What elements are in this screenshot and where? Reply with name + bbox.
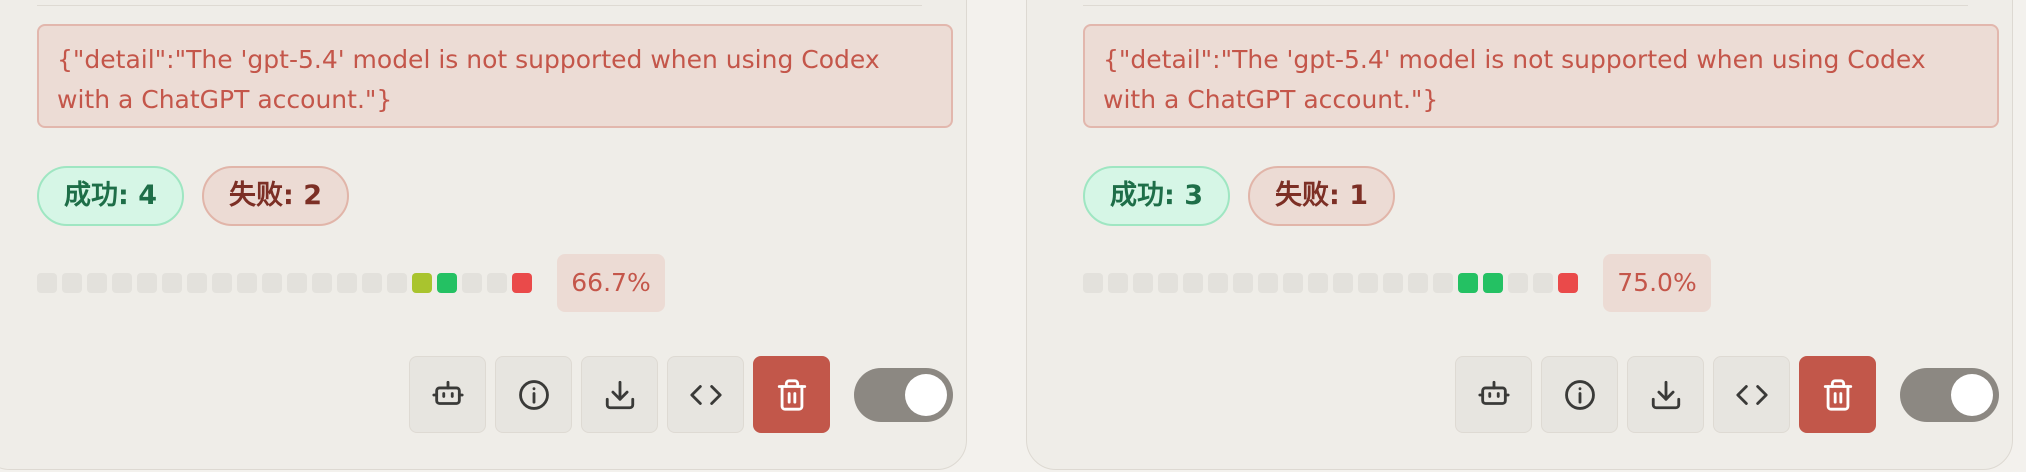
history-cell-green xyxy=(1483,273,1503,293)
history-cell-empty xyxy=(1358,273,1378,293)
success-count-badge: 成功: 3 xyxy=(1083,166,1230,226)
info-icon xyxy=(518,379,549,410)
provider-card: {"detail":"The 'gpt-5.4' model is not su… xyxy=(1026,0,2013,470)
history-cell-empty xyxy=(87,273,107,293)
code-button[interactable] xyxy=(667,356,744,433)
download-icon xyxy=(1651,380,1680,409)
failure-count-badge: 失败: 2 xyxy=(202,166,349,226)
history-cell-lime xyxy=(412,273,432,293)
download-button[interactable] xyxy=(581,356,658,433)
history-cell-empty xyxy=(1508,273,1528,293)
history-cell-empty xyxy=(187,273,207,293)
success-rate-badge: 75.0% xyxy=(1603,254,1711,312)
history-cell-empty xyxy=(212,273,232,293)
info-icon xyxy=(1564,379,1595,410)
error-message: {"detail":"The 'gpt-5.4' model is not su… xyxy=(37,24,953,128)
history-cell-empty xyxy=(337,273,357,293)
history-cell-empty xyxy=(1083,273,1103,293)
history-cell-empty xyxy=(1383,273,1403,293)
history-cell-empty xyxy=(262,273,282,293)
download-button[interactable] xyxy=(1627,356,1704,433)
code-button[interactable] xyxy=(1713,356,1790,433)
enable-toggle[interactable] xyxy=(854,368,953,422)
failure-count-badge: 失败: 1 xyxy=(1248,166,1395,226)
history-cell-empty xyxy=(1533,273,1553,293)
delete-button[interactable] xyxy=(753,356,830,433)
trash-icon xyxy=(777,378,806,411)
info-button[interactable] xyxy=(1541,356,1618,433)
toggle-knob xyxy=(905,374,947,416)
history-cell-green xyxy=(1458,273,1478,293)
delete-button[interactable] xyxy=(1799,356,1876,433)
robot-icon xyxy=(431,380,464,405)
history-cell-empty xyxy=(137,273,157,293)
robot-icon xyxy=(1477,380,1510,405)
history-cell-empty xyxy=(1233,273,1253,293)
history-cell-empty xyxy=(162,273,182,293)
history-cell-empty xyxy=(1433,273,1453,293)
history-cell-empty xyxy=(362,273,382,293)
provider-card: {"detail":"The 'gpt-5.4' model is not su… xyxy=(0,0,967,470)
history-cell-empty xyxy=(287,273,307,293)
history-cell-empty xyxy=(112,273,132,293)
divider xyxy=(37,5,922,6)
history-cell-empty xyxy=(62,273,82,293)
history-cell-red xyxy=(1558,273,1578,293)
history-cell-empty xyxy=(37,273,57,293)
history-cell-empty xyxy=(312,273,332,293)
code-icon xyxy=(689,384,722,405)
success-count-badge: 成功: 4 xyxy=(37,166,184,226)
history-cell-empty xyxy=(1258,273,1278,293)
error-message: {"detail":"The 'gpt-5.4' model is not su… xyxy=(1083,24,1999,128)
code-icon xyxy=(1735,384,1768,405)
history-cell-red xyxy=(512,273,532,293)
history-cell-empty xyxy=(462,273,482,293)
test-model-button[interactable] xyxy=(1455,356,1532,433)
history-cell-empty xyxy=(1183,273,1203,293)
toggle-knob xyxy=(1951,374,1993,416)
history-cell-empty xyxy=(1283,273,1303,293)
test-model-button[interactable] xyxy=(409,356,486,433)
history-cell-empty xyxy=(487,273,507,293)
history-cell-empty xyxy=(1108,273,1128,293)
request-history-bar xyxy=(1083,273,1578,293)
history-cell-empty xyxy=(1333,273,1353,293)
history-cell-empty xyxy=(1158,273,1178,293)
trash-icon xyxy=(1823,378,1852,411)
history-cell-green xyxy=(437,273,457,293)
history-cell-empty xyxy=(1133,273,1153,293)
history-cell-empty xyxy=(1308,273,1328,293)
history-cell-empty xyxy=(1408,273,1428,293)
history-cell-empty xyxy=(1208,273,1228,293)
success-rate-badge: 66.7% xyxy=(557,254,665,312)
download-icon xyxy=(605,380,634,409)
history-cell-empty xyxy=(237,273,257,293)
divider xyxy=(1083,5,1968,6)
request-history-bar xyxy=(37,273,532,293)
info-button[interactable] xyxy=(495,356,572,433)
history-cell-empty xyxy=(387,273,407,293)
enable-toggle[interactable] xyxy=(1900,368,1999,422)
